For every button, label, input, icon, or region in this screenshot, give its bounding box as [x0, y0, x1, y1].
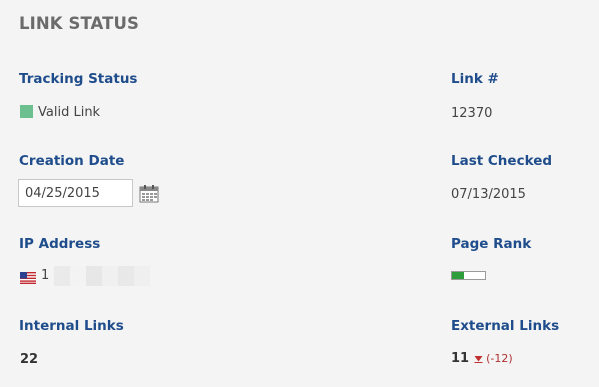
status-indicator-icon: [20, 105, 33, 118]
tracking-status-value: Valid Link: [20, 105, 100, 120]
us-flag-icon: [20, 272, 36, 284]
page-rank-fill: [452, 272, 464, 279]
tracking-status-text: Valid Link: [38, 105, 101, 120]
calendar-icon[interactable]: [139, 185, 159, 203]
page-rank-label: Page Rank: [451, 236, 532, 252]
ip-address-redaction: [54, 266, 150, 286]
down-arrow-icon: [474, 356, 483, 363]
internal-links-label: Internal Links: [19, 318, 124, 334]
link-number-value: 12370: [451, 106, 493, 121]
tracking-status-label: Tracking Status: [19, 71, 138, 87]
creation-date-label: Creation Date: [19, 153, 125, 169]
page-rank-bar: [451, 271, 486, 280]
last-checked-label: Last Checked: [451, 153, 553, 169]
link-status-panel: LINK STATUS Tracking Status Valid Link L…: [0, 0, 599, 387]
ip-address-value: 1: [41, 268, 50, 283]
creation-date-input[interactable]: [18, 179, 133, 207]
external-links-row: 11 (-12): [451, 351, 513, 366]
internal-links-value: 22: [20, 352, 39, 367]
panel-title: LINK STATUS: [19, 14, 139, 33]
external-links-label: External Links: [451, 318, 560, 334]
link-number-label: Link #: [451, 71, 499, 87]
last-checked-value: 07/13/2015: [451, 187, 526, 202]
ip-address-label: IP Address: [19, 236, 101, 252]
external-links-value: 11: [451, 351, 470, 366]
external-links-delta: (-12): [486, 352, 513, 365]
